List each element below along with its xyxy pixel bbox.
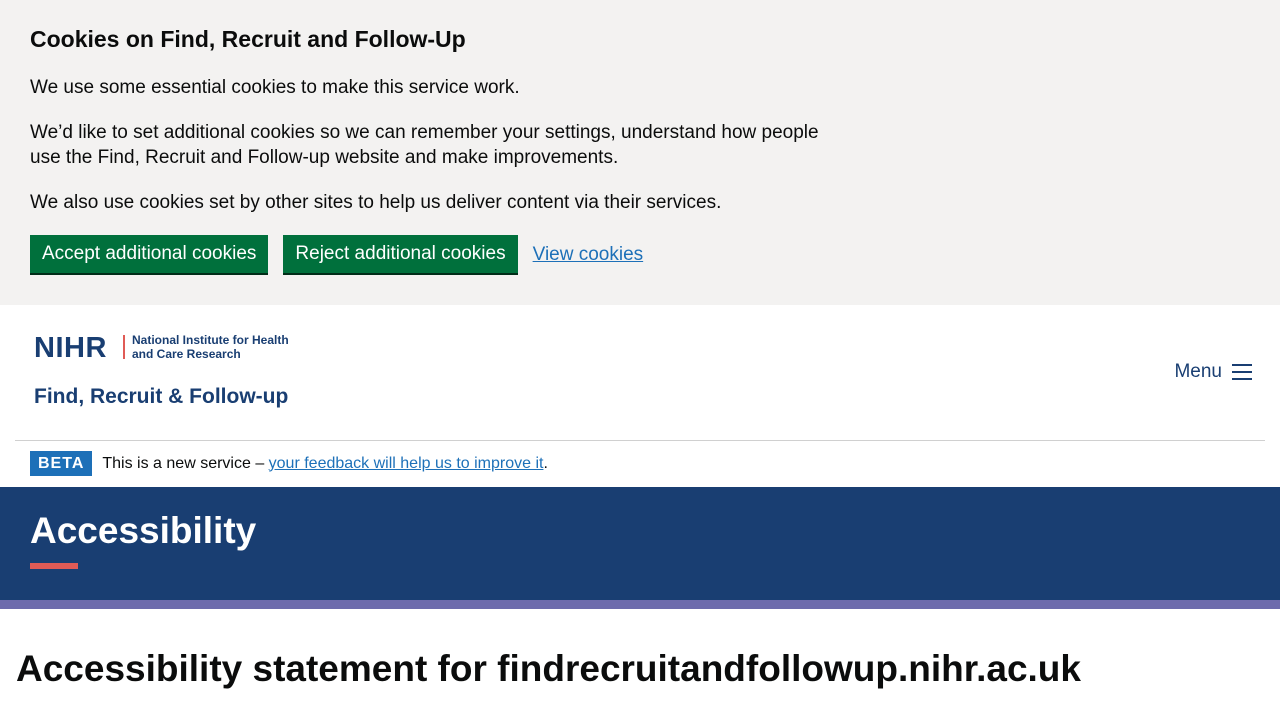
page-hero: Accessibility bbox=[0, 487, 1280, 600]
logo-divider bbox=[123, 335, 125, 359]
cookie-banner: Cookies on Find, Recruit and Follow-Up W… bbox=[0, 0, 1280, 305]
beta-text-prefix: This is a new service – bbox=[102, 454, 269, 472]
header-divider bbox=[15, 440, 1265, 441]
cookie-banner-text-essential: We use some essential cookies to make th… bbox=[30, 77, 520, 98]
service-name: Find, Recruit & Follow-up bbox=[34, 385, 289, 408]
accept-cookies-button[interactable]: Accept additional cookies bbox=[30, 235, 269, 275]
title-accent-bar bbox=[30, 563, 78, 569]
beta-text: This is a new service – your feedback wi… bbox=[102, 455, 548, 473]
reject-cookies-button[interactable]: Reject additional cookies bbox=[283, 235, 518, 275]
cookie-banner-actions: Accept additional cookies Reject additio… bbox=[30, 235, 643, 275]
cookie-banner-title: Cookies on Find, Recruit and Follow-Up bbox=[30, 26, 466, 52]
view-cookies-link[interactable]: View cookies bbox=[533, 244, 644, 266]
beta-tag: BETA bbox=[30, 451, 93, 476]
feedback-link[interactable]: your feedback will help us to improve it bbox=[269, 455, 544, 472]
hero-stripe bbox=[0, 600, 1280, 609]
menu-label: Menu bbox=[1174, 361, 1222, 382]
cookie-banner-text-additional: We’d like to set additional cookies so w… bbox=[30, 122, 819, 168]
page-title: Accessibility bbox=[30, 510, 257, 551]
hamburger-icon bbox=[1232, 364, 1252, 380]
cookie-banner-text-third-party: We also use cookies set by other sites t… bbox=[30, 192, 722, 213]
beta-banner: BETA This is a new service – your feedba… bbox=[30, 451, 548, 476]
site-header: NIHR National Institute for Health and C… bbox=[0, 305, 1280, 441]
logo-org-name: National Institute for Health and Care R… bbox=[132, 333, 289, 361]
nihr-logo[interactable]: NIHR National Institute for Health and C… bbox=[34, 332, 289, 412]
beta-text-suffix: . bbox=[543, 454, 548, 472]
logo-nihr-text: NIHR bbox=[34, 332, 107, 364]
menu-button[interactable]: Menu bbox=[1174, 361, 1252, 383]
accessibility-statement-heading: Accessibility statement for findrecruita… bbox=[16, 648, 1081, 689]
